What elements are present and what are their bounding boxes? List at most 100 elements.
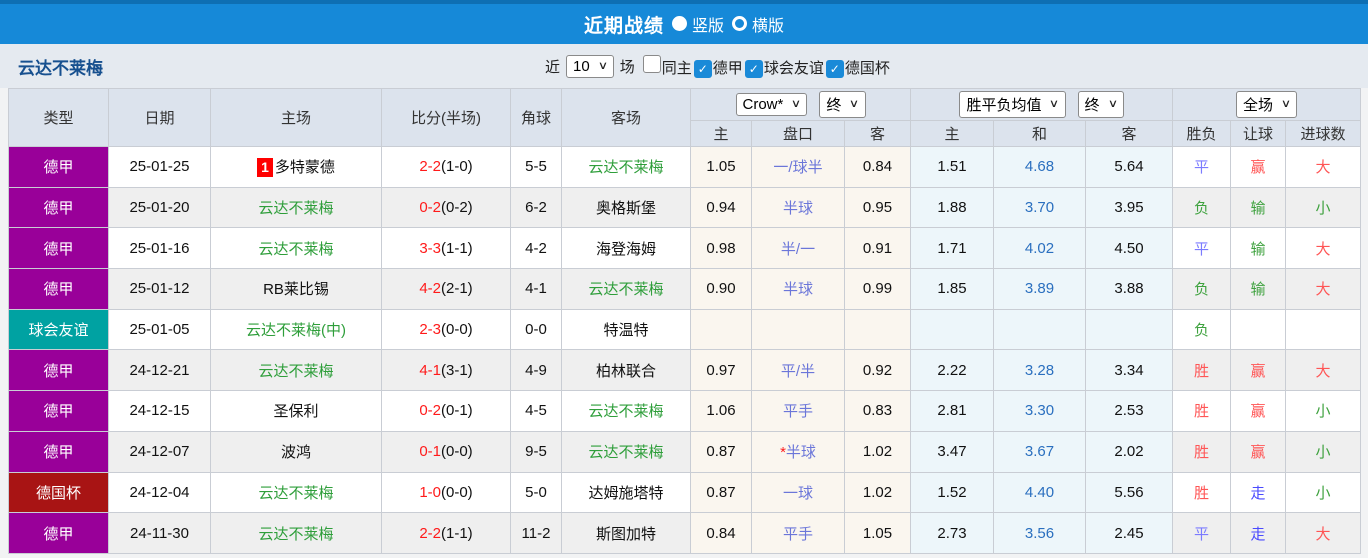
- odds-away-cell: 0.91: [843, 227, 912, 270]
- odds-home-cell: 0.98: [690, 227, 752, 270]
- date-cell: 25-01-25: [108, 146, 211, 188]
- odds-away-cell: 0.83: [843, 390, 912, 432]
- away-team-cell: 云达不莱梅: [561, 390, 691, 432]
- date-cell: 25-01-20: [108, 186, 211, 229]
- odds-final-select-2[interactable]: 终 ∨: [1077, 91, 1124, 118]
- date-cell: 24-12-04: [108, 471, 211, 514]
- col-header-corners: 角球: [510, 88, 562, 147]
- filter-label[interactable]: 球会友谊: [764, 60, 824, 77]
- result-cell: 负: [1172, 268, 1232, 310]
- league-type-cell: 球会友谊: [8, 308, 109, 351]
- avg-draw-cell: 3.67: [993, 430, 1087, 473]
- handicap-result-cell: 赢: [1230, 349, 1287, 392]
- result-cell: 胜: [1172, 390, 1232, 432]
- away-team-cell: 达姆施塔特: [561, 471, 691, 514]
- league-type-cell: 德甲: [8, 430, 109, 473]
- date-cell: 25-01-12: [108, 268, 211, 310]
- checkbox-checked-icon[interactable]: ✓: [825, 59, 844, 78]
- col-header-avg-away: 客: [1085, 120, 1174, 147]
- avg-home-cell: 1.52: [910, 471, 995, 514]
- checkbox-checked-icon[interactable]: ✓: [744, 59, 763, 78]
- odds-away-cell: 1.05: [843, 512, 912, 554]
- col-header-away: 客场: [561, 88, 691, 147]
- handicap-cell: [751, 308, 845, 351]
- radio-label[interactable]: 横版: [752, 18, 784, 35]
- team-name: 云达不莱梅: [18, 58, 103, 78]
- radio-unchecked-icon[interactable]: [671, 16, 687, 31]
- score-cell: 0-1(0-0): [381, 430, 511, 473]
- chevron-down-icon: ∨: [1107, 98, 1118, 110]
- checkbox-unchecked-icon[interactable]: [642, 54, 661, 73]
- scope-group-header: 全场 ∨: [1172, 88, 1362, 121]
- date-cell: 25-01-05: [108, 308, 211, 351]
- col-header-handicap: 盘口: [751, 120, 845, 147]
- goals-cell: 小: [1285, 471, 1362, 514]
- handicap-cell: 半/一: [751, 227, 845, 270]
- score-cell: 3-3(1-1): [381, 227, 511, 270]
- filter-label[interactable]: 同主: [662, 60, 692, 77]
- league-type-cell: 德甲: [8, 390, 109, 432]
- radio-label[interactable]: 竖版: [692, 18, 724, 35]
- avg-home-cell: 2.22: [910, 349, 995, 392]
- avg-draw-cell: 3.28: [993, 349, 1087, 392]
- result-cell: 胜: [1172, 471, 1232, 514]
- corners-cell: 5-0: [510, 471, 562, 514]
- home-team-cell: 云达不莱梅(中): [210, 308, 382, 351]
- league-type-cell: 德甲: [8, 349, 109, 392]
- avg-away-cell: 4.50: [1085, 227, 1174, 270]
- odds-away-cell: 1.02: [843, 471, 912, 514]
- avg-away-cell: 2.02: [1085, 430, 1174, 473]
- odds-away-cell: [843, 308, 912, 351]
- score-cell: 4-2(2-1): [381, 268, 511, 310]
- avg-home-cell: 1.88: [910, 186, 995, 229]
- home-team-cell: 1 多特蒙德: [210, 146, 382, 188]
- odds-home-cell: 0.84: [690, 512, 752, 554]
- date-cell: 24-11-30: [108, 512, 211, 554]
- away-team-cell: 斯图加特: [561, 512, 691, 554]
- avg-draw-cell: 3.89: [993, 268, 1087, 310]
- match-count-select[interactable]: 10 ∨: [566, 54, 614, 78]
- avg-draw-cell: [993, 308, 1087, 351]
- odds-home-cell: 0.87: [690, 471, 752, 514]
- odds-final-select-1[interactable]: 终 ∨: [819, 91, 866, 118]
- goals-cell: 小: [1285, 390, 1362, 432]
- handicap-result-cell: 输: [1230, 227, 1287, 270]
- avg-home-cell: 2.81: [910, 390, 995, 432]
- avg-away-cell: 2.45: [1085, 512, 1174, 554]
- avg-draw-cell: 3.30: [993, 390, 1087, 432]
- avg-home-cell: 3.47: [910, 430, 995, 473]
- radio-checked-icon[interactable]: [732, 16, 747, 31]
- league-type-cell: 德甲: [8, 186, 109, 229]
- avg-type-select[interactable]: 胜平负均值 ∨: [959, 91, 1066, 118]
- corners-cell: 9-5: [510, 430, 562, 473]
- goals-cell: 小: [1285, 186, 1362, 229]
- handicap-cell: 半球: [751, 268, 845, 310]
- table-row: 德甲 24-11-30 云达不莱梅 2-2(1-1) 11-2 斯图加特 0.84 平手 1.0…: [8, 512, 1362, 554]
- result-cell: 负: [1172, 186, 1232, 229]
- away-team-cell: 特温特: [561, 308, 691, 351]
- league-type-cell: 德甲: [8, 227, 109, 270]
- topbar: 近期战绩 竖版 横版: [0, 0, 1368, 44]
- scope-select[interactable]: 全场 ∨: [1236, 91, 1298, 118]
- result-cell: 平: [1172, 227, 1232, 270]
- chevron-down-icon: ∨: [1049, 98, 1060, 110]
- corners-cell: 4-1: [510, 268, 562, 310]
- checkbox-checked-icon[interactable]: ✓: [693, 59, 712, 78]
- chevron-down-icon: ∨: [597, 59, 608, 72]
- filter-label[interactable]: 德国杯: [845, 60, 890, 77]
- handicap-cell: 平/半: [751, 349, 845, 392]
- col-header-odds-home: 主: [690, 120, 752, 147]
- away-team-cell: 奥格斯堡: [561, 186, 691, 229]
- goals-cell: 大: [1285, 349, 1362, 392]
- table-row: 德甲 25-01-25 1 多特蒙德 2-2(1-0) 5-5 云达不莱梅 1.05 一/球半 0…: [8, 146, 1362, 188]
- handicap-cell: 一/球半: [751, 146, 845, 188]
- filter-label[interactable]: 德甲: [713, 60, 743, 77]
- odds-away-cell: 0.99: [843, 268, 912, 310]
- avg-away-cell: 2.53: [1085, 390, 1174, 432]
- score-cell: 2-2(1-1): [381, 512, 511, 554]
- results-tbody: 德甲 25-01-25 1 多特蒙德 2-2(1-0) 5-5 云达不莱梅 1.05 一/球半 0…: [8, 146, 1362, 554]
- odds-company-select[interactable]: Crow* ∨: [735, 93, 808, 116]
- handicap-result-cell: 走: [1230, 471, 1287, 514]
- avg-away-cell: 3.88: [1085, 268, 1174, 310]
- odds-home-cell: 0.94: [690, 186, 752, 229]
